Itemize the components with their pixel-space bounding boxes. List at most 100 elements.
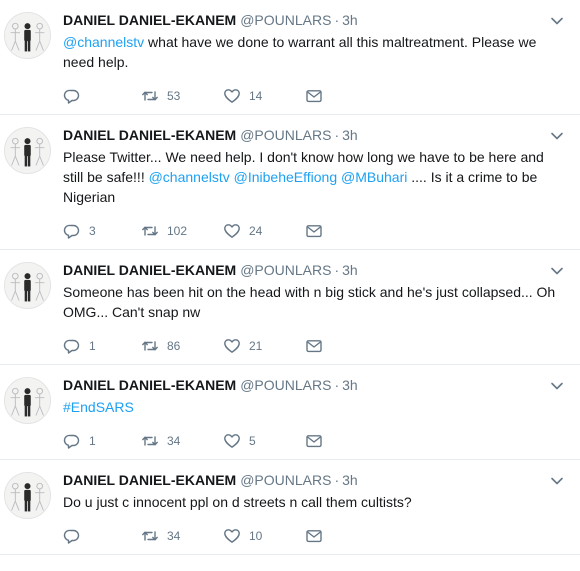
retweet-icon (142, 341, 158, 351)
retweet-button[interactable]: 34 (141, 527, 223, 545)
reply-button[interactable]: 1 (63, 337, 141, 355)
envelope-icon (306, 340, 322, 353)
author-name[interactable]: DANIEL DANIEL-EKANEM (63, 127, 236, 143)
reply-icon (63, 339, 80, 354)
direct-message-button[interactable] (305, 527, 323, 545)
heart-icon (224, 434, 240, 448)
like-count: 5 (249, 434, 256, 448)
heart-icon (224, 529, 240, 543)
author-handle[interactable]: @POUNLARS (240, 472, 331, 488)
tweet-actions: 34 10 (63, 518, 570, 554)
mention-link[interactable]: @channelstv (149, 169, 230, 185)
envelope-icon (306, 435, 322, 448)
mention-link[interactable]: @channelstv (63, 34, 144, 50)
tweet-timestamp[interactable]: 3h (342, 262, 358, 278)
retweet-icon (142, 226, 158, 236)
tweet-text: @channelstv what have we done to warrant… (63, 32, 563, 72)
separator-dot: · (334, 377, 340, 393)
reply-count: 1 (89, 434, 96, 448)
retweet-button[interactable]: 53 (141, 87, 223, 105)
tweet-timestamp[interactable]: 3h (342, 12, 358, 28)
direct-message-button[interactable] (305, 337, 323, 355)
tweet-actions: 1 34 5 (63, 423, 570, 459)
tweet-actions: 53 14 (63, 78, 570, 114)
tweet-timestamp[interactable]: 3h (342, 377, 358, 393)
chevron-down-icon[interactable] (550, 264, 564, 278)
tweet[interactable]: DANIEL DANIEL-EKANEM @POUNLARS · 3h Do u ju… (0, 460, 580, 555)
retweet-count: 34 (167, 529, 181, 543)
direct-message-button[interactable] (305, 222, 323, 240)
mention-link[interactable]: @MBuhari (341, 169, 407, 185)
like-button[interactable]: 14 (223, 87, 305, 105)
tweet-text-segment: Do u just c innocent ppl on d streets n … (63, 494, 412, 510)
mention-link[interactable]: @InibeheEffiong (234, 169, 337, 185)
chevron-down-icon[interactable] (550, 129, 564, 143)
retweet-count: 53 (167, 89, 181, 103)
like-count: 10 (249, 529, 263, 543)
avatar-image (5, 378, 50, 423)
tweet-header: DANIEL DANIEL-EKANEM @POUNLARS · 3h (63, 470, 570, 490)
reply-button[interactable]: 1 (63, 432, 141, 450)
tweet-timestamp[interactable]: 3h (342, 127, 358, 143)
separator-dot: · (334, 12, 340, 28)
tweet[interactable]: DANIEL DANIEL-EKANEM @POUNLARS · 3h Someone… (0, 250, 580, 365)
avatar[interactable] (4, 12, 51, 59)
retweet-icon (142, 531, 158, 541)
tweet-header: DANIEL DANIEL-EKANEM @POUNLARS · 3h (63, 10, 570, 30)
reply-count: 3 (89, 224, 96, 238)
author-handle[interactable]: @POUNLARS (240, 127, 331, 143)
tweet[interactable]: DANIEL DANIEL-EKANEM @POUNLARS · 3h #EndSAR… (0, 365, 580, 460)
like-count: 24 (249, 224, 263, 238)
like-button[interactable]: 21 (223, 337, 305, 355)
avatar-image (5, 13, 50, 58)
tweet-header: DANIEL DANIEL-EKANEM @POUNLARS · 3h (63, 260, 570, 280)
chevron-down-icon[interactable] (550, 379, 564, 393)
retweet-count: 86 (167, 339, 181, 353)
retweet-button[interactable]: 86 (141, 337, 223, 355)
tweet-text: #EndSARS (63, 397, 563, 417)
author-handle[interactable]: @POUNLARS (240, 377, 331, 393)
chevron-down-icon[interactable] (550, 14, 564, 28)
retweet-count: 34 (167, 434, 181, 448)
tweet-feed: DANIEL DANIEL-EKANEM @POUNLARS · 3h @channe… (0, 0, 580, 555)
retweet-button[interactable]: 102 (141, 222, 223, 240)
reply-button[interactable]: 3 (63, 222, 141, 240)
tweet-text-segment: Someone has been hit on the head with n … (63, 284, 556, 320)
avatar-image (5, 128, 50, 173)
reply-button[interactable] (63, 87, 141, 105)
like-button[interactable]: 5 (223, 432, 305, 450)
like-count: 14 (249, 89, 263, 103)
like-button[interactable]: 10 (223, 527, 305, 545)
envelope-icon (306, 530, 322, 543)
heart-icon (224, 224, 240, 238)
tweet[interactable]: DANIEL DANIEL-EKANEM @POUNLARS · 3h Please … (0, 115, 580, 250)
direct-message-button[interactable] (305, 432, 323, 450)
author-name[interactable]: DANIEL DANIEL-EKANEM (63, 12, 236, 28)
author-handle[interactable]: @POUNLARS (240, 12, 331, 28)
separator-dot: · (334, 262, 340, 278)
chevron-down-icon[interactable] (550, 474, 564, 488)
retweet-button[interactable]: 34 (141, 432, 223, 450)
heart-icon (224, 89, 240, 103)
tweet[interactable]: DANIEL DANIEL-EKANEM @POUNLARS · 3h @channe… (0, 0, 580, 115)
author-name[interactable]: DANIEL DANIEL-EKANEM (63, 472, 236, 488)
avatar[interactable] (4, 377, 51, 424)
like-count: 21 (249, 339, 263, 353)
retweet-icon (142, 91, 158, 101)
tweet-timestamp[interactable]: 3h (342, 472, 358, 488)
direct-message-button[interactable] (305, 87, 323, 105)
author-handle[interactable]: @POUNLARS (240, 262, 331, 278)
reply-button[interactable] (63, 527, 141, 545)
tweet-actions: 1 86 21 (63, 328, 570, 364)
tweet-actions: 3 102 24 (63, 213, 570, 249)
avatar[interactable] (4, 472, 51, 519)
like-button[interactable]: 24 (223, 222, 305, 240)
author-name[interactable]: DANIEL DANIEL-EKANEM (63, 377, 236, 393)
tweet-text: Someone has been hit on the head with n … (63, 282, 563, 322)
envelope-icon (306, 90, 322, 103)
hashtag-link[interactable]: #EndSARS (63, 399, 134, 415)
avatar[interactable] (4, 127, 51, 174)
retweet-icon (142, 436, 158, 446)
author-name[interactable]: DANIEL DANIEL-EKANEM (63, 262, 236, 278)
avatar[interactable] (4, 262, 51, 309)
